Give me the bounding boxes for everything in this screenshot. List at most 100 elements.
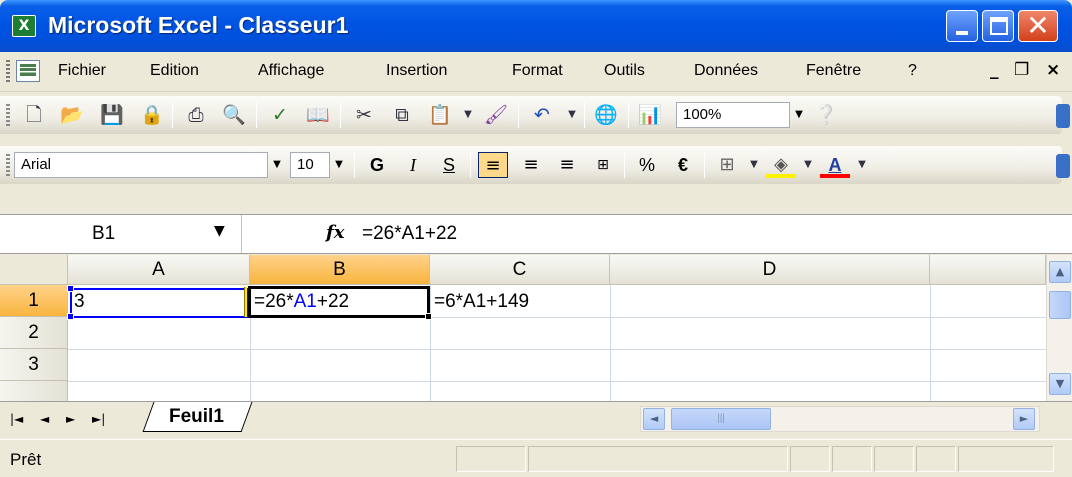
toolbar-options-icon[interactable] (1056, 104, 1070, 128)
horizontal-scroll-thumb[interactable]: ||| (671, 408, 771, 430)
insert-function-icon[interactable]: fx (326, 222, 344, 243)
paste-icon[interactable]: 📋 (428, 103, 452, 127)
print-icon[interactable]: ⎙ (184, 103, 208, 127)
scroll-left-icon[interactable]: ◄ (643, 408, 665, 430)
vertical-scroll-thumb[interactable] (1049, 291, 1071, 319)
menu-fichier[interactable]: Fichier (58, 62, 106, 80)
font-name-combo[interactable]: Arial (14, 152, 268, 178)
name-box[interactable]: B1 ▼ (0, 215, 242, 253)
help-icon[interactable]: ❔ (814, 103, 838, 127)
align-left-button[interactable]: ≡ (478, 152, 508, 178)
workbook-icon[interactable] (16, 60, 40, 82)
zoom-dropdown-icon[interactable]: ▼ (790, 102, 808, 128)
undo-icon[interactable]: ↶ (530, 103, 554, 127)
font-dropdown-icon[interactable]: ▼ (268, 152, 286, 178)
euro-button[interactable]: € (668, 152, 698, 178)
toolbar-options-icon[interactable] (1056, 154, 1070, 178)
excel-app-icon[interactable]: X (12, 15, 36, 37)
row-header-3[interactable]: 3 (0, 349, 68, 381)
range-corner-handle[interactable] (67, 285, 74, 292)
close-button[interactable]: ✕ (1018, 9, 1058, 42)
save-icon[interactable]: 💾 (100, 103, 124, 127)
column-header-c[interactable]: C (430, 255, 610, 285)
menu-fenetre[interactable]: Fenêtre (806, 62, 861, 80)
cut-icon[interactable]: ✂ (352, 103, 376, 127)
cell-a1[interactable]: 3 (74, 291, 85, 313)
spelling-icon[interactable]: ✓ (268, 103, 292, 127)
font-size-combo[interactable]: 10 (290, 152, 330, 178)
cell-b1-prefix: =26* (254, 291, 294, 312)
paste-dropdown-icon[interactable]: ▼ (456, 103, 480, 127)
chart-wizard-icon[interactable]: 📊 (638, 103, 662, 127)
referenced-range-highlight (70, 288, 248, 318)
horizontal-scrollbar[interactable]: ◄ ||| ► (640, 406, 1040, 432)
scroll-up-icon[interactable]: ▲ (1049, 261, 1071, 283)
row-header-1[interactable]: 1 (0, 285, 68, 317)
fill-dropdown-icon[interactable]: ▼ (796, 153, 820, 177)
toolbar-grip[interactable] (6, 154, 10, 176)
copy-icon[interactable]: ⧉ (390, 103, 414, 127)
menu-outils[interactable]: Outils (604, 62, 645, 80)
menu-donnees[interactable]: Données (694, 62, 758, 80)
last-sheet-icon[interactable]: ►| (92, 412, 105, 426)
new-icon[interactable]: 🗋 (22, 103, 46, 127)
column-header-d[interactable]: D (610, 255, 930, 285)
row-header-2[interactable]: 2 (0, 317, 68, 349)
prev-sheet-icon[interactable]: ◄ (40, 412, 49, 426)
menu-affichage[interactable]: Affichage (258, 62, 324, 80)
research-icon[interactable]: 📖 (306, 103, 330, 127)
scroll-down-icon[interactable]: ▼ (1049, 373, 1071, 395)
minimize-button[interactable] (946, 10, 978, 42)
worksheet-grid[interactable]: A B C D 1 2 3 3 =26*A1+22 =6*A1+149 ▲ ▼ (0, 255, 1072, 401)
toolbar-grip[interactable] (6, 104, 10, 126)
print-preview-icon[interactable]: 🔍 (222, 103, 246, 127)
column-header-a[interactable]: A (68, 255, 250, 285)
cell-c1[interactable]: =6*A1+149 (434, 291, 529, 313)
menu-edition[interactable]: Edition (150, 62, 199, 80)
menu-help[interactable]: ? (908, 62, 917, 80)
font-color-dropdown-icon[interactable]: ▼ (850, 153, 874, 177)
font-color-button[interactable]: A (820, 152, 850, 178)
align-right-button[interactable]: ≡ (552, 152, 582, 178)
italic-button[interactable]: I (398, 152, 428, 178)
select-all-corner[interactable] (0, 255, 68, 285)
column-header-e[interactable] (930, 255, 1046, 285)
name-box-dropdown-icon[interactable]: ▼ (214, 223, 225, 239)
format-painter-icon[interactable]: 🖌 (484, 103, 508, 127)
menu-grip-handle[interactable] (6, 60, 10, 84)
cell-b1[interactable]: =26*A1+22 (254, 291, 349, 313)
first-sheet-icon[interactable]: |◄ (10, 412, 23, 426)
column-header-b[interactable]: B (250, 255, 430, 285)
borders-icon[interactable]: ⊞ (712, 152, 742, 178)
gridline (430, 285, 431, 401)
menu-insertion[interactable]: Insertion (386, 62, 447, 80)
percent-button[interactable]: % (632, 152, 662, 178)
sheet-tab-feuil1[interactable]: Feuil1 (142, 402, 253, 432)
align-center-button[interactable]: ≡ (516, 152, 546, 178)
borders-dropdown-icon[interactable]: ▼ (742, 153, 766, 177)
doc-minimize-button[interactable]: _ (990, 60, 999, 80)
fill-handle[interactable] (425, 313, 432, 320)
fill-color-icon[interactable]: ◈ (766, 152, 796, 178)
next-sheet-icon[interactable]: ► (66, 412, 75, 426)
menu-format[interactable]: Format (512, 62, 563, 80)
doc-close-button[interactable]: × (1046, 60, 1060, 80)
hyperlink-icon[interactable]: 🌐 (594, 103, 618, 127)
formula-input[interactable]: =26*A1+22 (362, 223, 457, 245)
name-box-value: B1 (92, 223, 116, 244)
merge-center-icon[interactable]: ⊞ (588, 152, 618, 178)
underline-button[interactable]: S (434, 152, 464, 178)
vertical-scrollbar[interactable]: ▲ ▼ (1046, 255, 1072, 401)
bold-button[interactable]: G (362, 152, 392, 178)
zoom-combo[interactable]: 100% (676, 102, 790, 128)
undo-dropdown-icon[interactable]: ▼ (560, 103, 584, 127)
row-header-4[interactable] (0, 381, 68, 401)
doc-restore-button[interactable]: ❐ (1014, 60, 1029, 80)
maximize-button[interactable] (982, 10, 1014, 42)
title-bar[interactable]: X Microsoft Excel - Classeur1 ✕ (0, 0, 1072, 52)
open-icon[interactable]: 📂 (60, 103, 84, 127)
permission-icon[interactable]: 🔒 (140, 103, 164, 127)
range-corner-handle[interactable] (67, 313, 74, 320)
scroll-right-icon[interactable]: ► (1013, 408, 1035, 430)
font-size-dropdown-icon[interactable]: ▼ (330, 152, 348, 178)
